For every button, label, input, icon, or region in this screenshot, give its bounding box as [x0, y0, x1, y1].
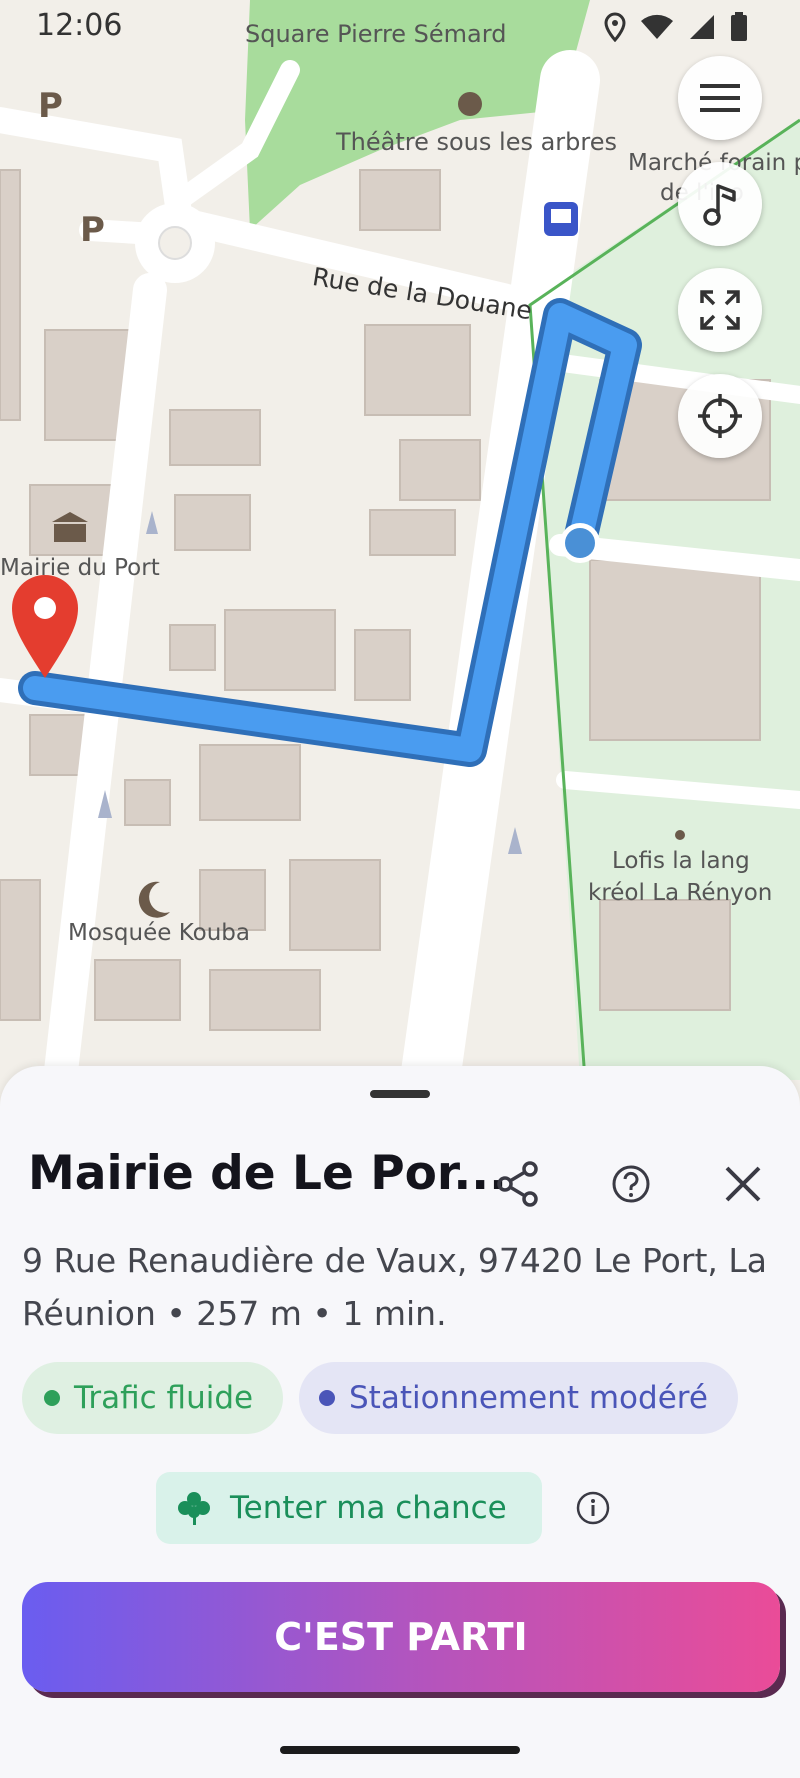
status-icons	[604, 12, 748, 42]
map-label-theatre: Théâtre sous les arbres	[336, 128, 618, 156]
map-label-lofis1: Lofis la lang	[612, 848, 750, 874]
luck-label: Tenter ma chance	[230, 1490, 507, 1526]
recenter-button[interactable]	[678, 374, 762, 458]
traffic-label: Trafic fluide	[74, 1380, 254, 1416]
traffic-chip: Trafic fluide	[22, 1362, 284, 1434]
map-label-parking: P	[38, 86, 63, 126]
current-position-dot	[565, 528, 595, 558]
start-navigation-label: C'EST PARTI	[274, 1615, 528, 1659]
map-label-lofis2: kréol La Rényon	[588, 880, 773, 906]
map-label-mosquee: Mosquée Kouba	[68, 920, 250, 946]
map-label-parking-2: P	[80, 210, 105, 250]
location-icon	[604, 12, 626, 42]
crosshair-icon	[698, 394, 742, 438]
info-button[interactable]	[563, 1478, 623, 1538]
signal-icon	[690, 15, 714, 39]
share-icon	[497, 1161, 538, 1207]
wifi-icon	[641, 14, 673, 40]
traffic-status-dot	[44, 1390, 60, 1406]
info-icon	[576, 1491, 610, 1525]
place-details-sheet: Mairie de Le Por... 9 Rue Renaudière de …	[0, 1066, 800, 1778]
map-label-mairie: Mairie du Port	[0, 555, 160, 581]
sheet-drag-handle[interactable]	[370, 1090, 430, 1098]
place-title: Mairie de Le Por...	[28, 1146, 507, 1201]
map-view[interactable]: Square Pierre Sémard Théâtre sous les ar…	[0, 0, 800, 1080]
music-button[interactable]	[678, 162, 762, 246]
expand-icon	[700, 290, 740, 330]
fullscreen-button[interactable]	[678, 268, 762, 352]
parking-chip: Stationnement modéré	[299, 1362, 738, 1434]
home-indicator[interactable]	[280, 1746, 520, 1754]
status-bar: 12:06	[0, 0, 800, 52]
share-button[interactable]	[488, 1154, 548, 1214]
help-button[interactable]	[601, 1154, 661, 1214]
parking-status-dot	[319, 1390, 335, 1406]
place-address: 9 Rue Renaudière de Vaux, 97420 Le Port,…	[22, 1241, 767, 1333]
music-note-icon	[703, 184, 736, 226]
start-navigation-button[interactable]: C'EST PARTI	[22, 1582, 780, 1692]
clover-icon	[178, 1492, 210, 1525]
theatre-icon	[458, 92, 482, 116]
help-icon	[612, 1165, 650, 1203]
menu-icon	[700, 84, 740, 112]
luck-button[interactable]: Tenter ma chance	[156, 1472, 542, 1544]
menu-button[interactable]	[678, 56, 762, 140]
battery-icon	[731, 12, 747, 41]
close-icon	[725, 1166, 761, 1202]
status-time: 12:06	[36, 8, 123, 43]
parking-label: Stationnement modéré	[349, 1380, 708, 1416]
close-button[interactable]	[713, 1154, 773, 1214]
